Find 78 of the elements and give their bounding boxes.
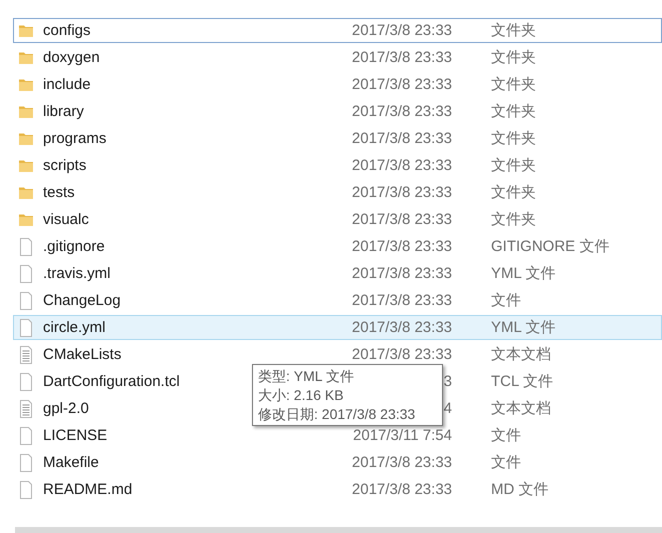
modified-date: 2017/3/8 23:33 bbox=[352, 103, 452, 120]
modified-date: 2017/3/8 23:33 bbox=[352, 346, 452, 363]
tooltip-line: 类型: YML 文件 bbox=[258, 367, 355, 386]
file-name: scripts bbox=[43, 157, 86, 174]
file-type: 文件 bbox=[491, 426, 521, 445]
modified-date: 2017/3/8 23:33 bbox=[352, 49, 452, 66]
file-name: DartConfiguration.tcl bbox=[43, 373, 180, 390]
tooltip-line: 修改日期: 2017/3/8 23:33 bbox=[258, 405, 416, 424]
folder-icon bbox=[18, 184, 34, 200]
modified-date: 4 bbox=[444, 400, 452, 417]
file-name: circle.yml bbox=[43, 319, 106, 336]
tooltip-line: 大小: 2.16 KB bbox=[258, 386, 345, 405]
modified-date: 2017/3/8 23:33 bbox=[352, 22, 452, 39]
folder-icon bbox=[18, 130, 34, 146]
modified-date: 3 bbox=[444, 373, 452, 390]
file-name: gpl-2.0 bbox=[43, 400, 89, 417]
file-name: programs bbox=[43, 130, 106, 147]
file-name: .gitignore bbox=[43, 238, 105, 255]
modified-date: 2017/3/8 23:33 bbox=[352, 481, 452, 498]
file-name: visualc bbox=[43, 211, 89, 228]
file-name: CMakeLists bbox=[43, 346, 122, 363]
file-icon bbox=[18, 318, 34, 336]
file-type: 文件夹 bbox=[491, 75, 536, 94]
text-file-icon bbox=[18, 346, 34, 364]
file-icon bbox=[18, 238, 34, 256]
file-type: GITIGNORE 文件 bbox=[491, 237, 610, 256]
file-name: LICENSE bbox=[43, 427, 108, 444]
file-type: 文本文档 bbox=[491, 399, 551, 418]
file-name: .travis.yml bbox=[43, 265, 110, 282]
file-name: tests bbox=[43, 184, 75, 201]
text-file-icon bbox=[18, 400, 34, 418]
folder-icon bbox=[18, 22, 34, 38]
file-name: configs bbox=[43, 22, 91, 39]
file-type: 文件夹 bbox=[491, 21, 536, 40]
file-type: TCL 文件 bbox=[491, 372, 553, 391]
folder-icon bbox=[18, 76, 34, 92]
modified-date: 2017/3/8 23:33 bbox=[352, 319, 452, 336]
modified-date: 2017/3/11 7:54 bbox=[353, 427, 452, 444]
file-icon bbox=[18, 372, 34, 390]
file-type: 文件夹 bbox=[491, 48, 536, 67]
focused-file-row[interactable]: configs 2017/3/8 23:33 文件夹 bbox=[13, 18, 662, 43]
file-icon bbox=[18, 426, 34, 444]
modified-date: 2017/3/8 23:33 bbox=[352, 157, 452, 174]
modified-date: 2017/3/8 23:33 bbox=[352, 130, 452, 147]
file-type: YML 文件 bbox=[491, 264, 556, 283]
file-name: library bbox=[43, 103, 84, 120]
file-icon bbox=[18, 264, 34, 282]
hovered-file-row[interactable]: circle.yml 2017/3/8 23:33 YML 文件 bbox=[13, 315, 662, 340]
modified-date: 2017/3/8 23:33 bbox=[352, 184, 452, 201]
modified-date: 2017/3/8 23:33 bbox=[352, 76, 452, 93]
modified-date: 2017/3/8 23:33 bbox=[352, 211, 452, 228]
file-type: 文件 bbox=[491, 291, 521, 310]
folder-icon bbox=[18, 158, 34, 174]
file-type: 文件夹 bbox=[491, 129, 536, 148]
file-name: Makefile bbox=[43, 454, 99, 471]
file-name: README.md bbox=[43, 481, 132, 498]
horizontal-scrollbar[interactable] bbox=[15, 527, 662, 533]
modified-date: 2017/3/8 23:33 bbox=[352, 292, 452, 309]
file-icon bbox=[18, 454, 34, 472]
file-name: doxygen bbox=[43, 49, 100, 66]
file-type: 文件夹 bbox=[491, 102, 536, 121]
file-name: include bbox=[43, 76, 91, 93]
folder-icon bbox=[18, 212, 34, 228]
file-name: ChangeLog bbox=[43, 292, 121, 309]
file-type: MD 文件 bbox=[491, 480, 548, 499]
file-type: 文本文档 bbox=[491, 345, 551, 364]
file-type: 文件夹 bbox=[491, 210, 536, 229]
file-type: YML 文件 bbox=[491, 318, 556, 337]
modified-date: 2017/3/8 23:33 bbox=[352, 265, 452, 282]
file-type: 文件夹 bbox=[491, 183, 536, 202]
file-icon bbox=[18, 480, 34, 498]
file-type: 文件 bbox=[491, 453, 521, 472]
modified-date: 2017/3/8 23:33 bbox=[352, 454, 452, 471]
file-icon bbox=[18, 292, 34, 310]
folder-icon bbox=[18, 50, 34, 66]
modified-date: 2017/3/8 23:33 bbox=[352, 238, 452, 255]
folder-icon bbox=[18, 104, 34, 120]
file-type: 文件夹 bbox=[491, 156, 536, 175]
